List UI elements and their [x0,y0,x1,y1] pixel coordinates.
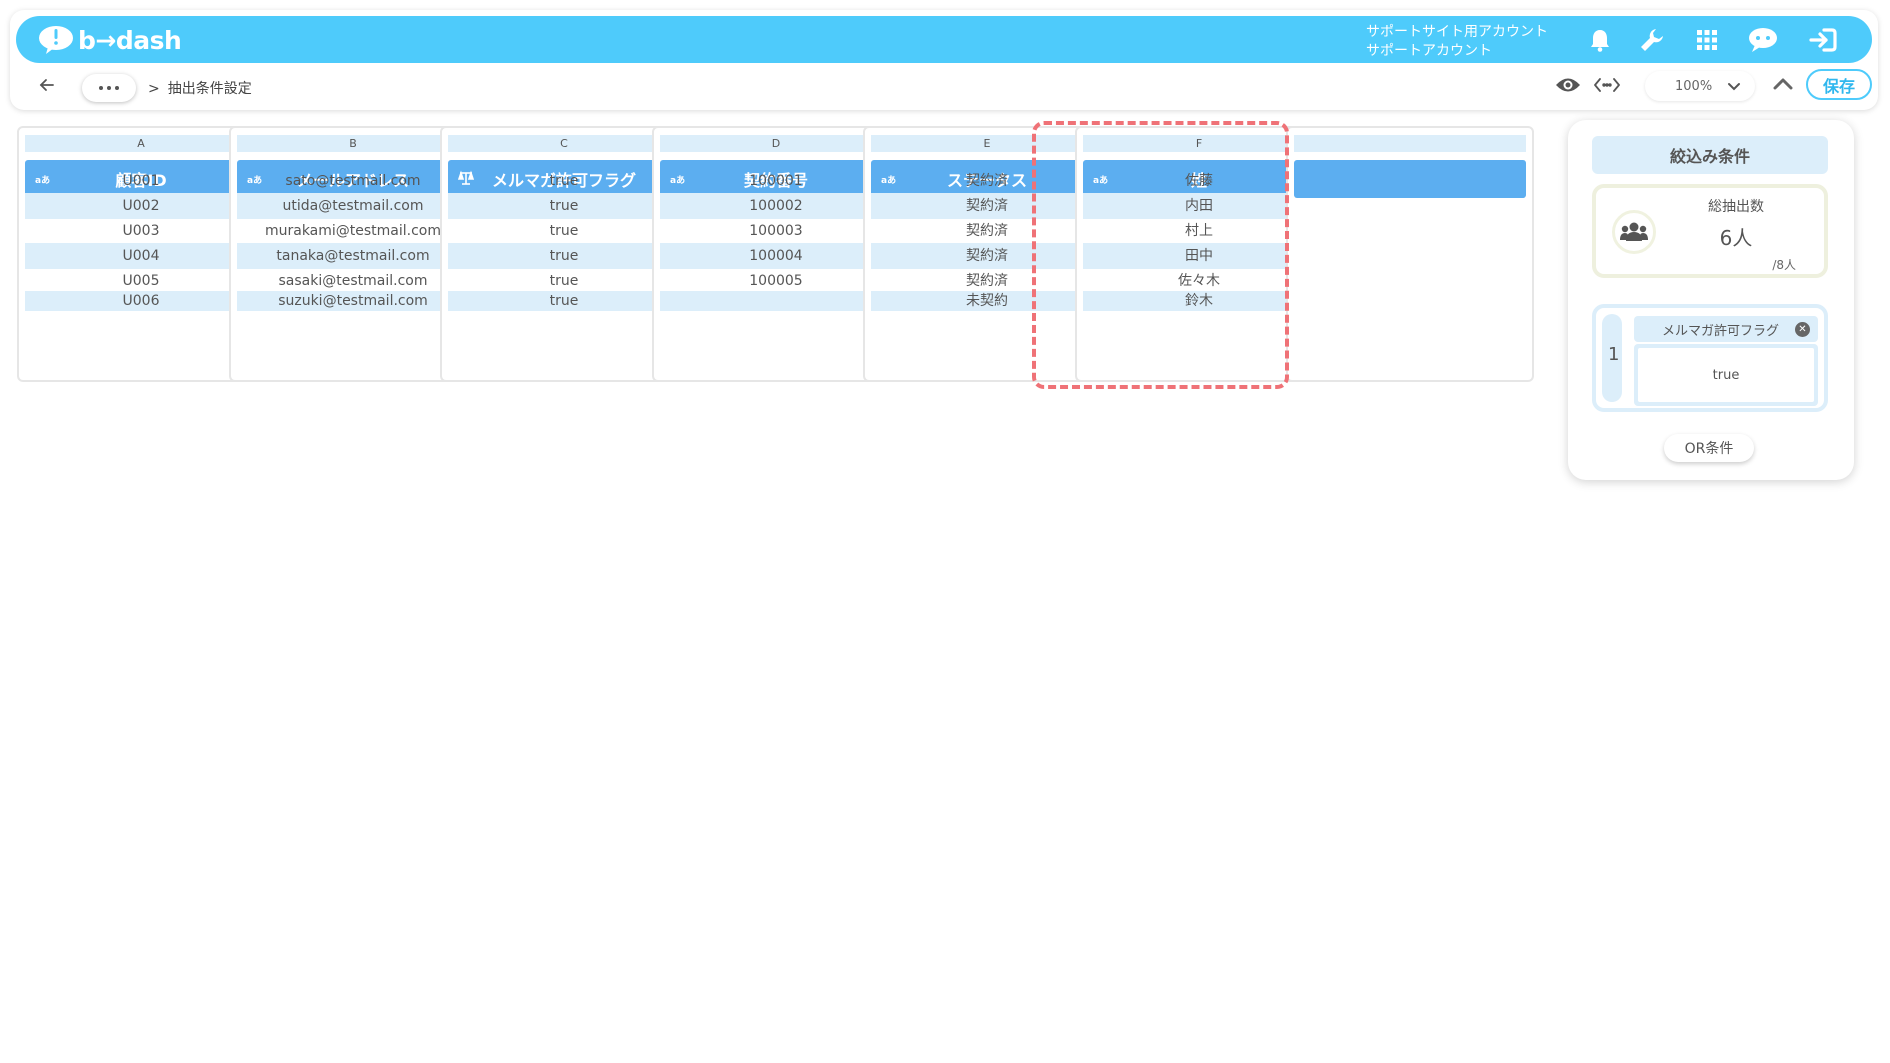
table-cell: true [448,243,680,269]
condition-field-label: メルマガ許可フラグ [1662,323,1780,339]
account-line2: サポートアカウント [1366,43,1492,59]
more-button[interactable] [82,74,136,102]
table-cell: tanaka@testmail.com [237,243,469,269]
condition-number: 1 [1608,344,1620,365]
table-cell: U006 [25,291,257,311]
chevron-down-icon [1728,83,1740,91]
account-line1: サポートサイト用アカウント [1366,24,1548,40]
logo[interactable]: b→dash [38,24,182,56]
table-cell: true [448,291,680,311]
count-label: 総抽出数 [1708,199,1764,215]
logout-icon[interactable] [1806,26,1840,54]
count-value: 6人 [1719,226,1753,250]
logo-text: b→dash [78,25,182,55]
column-letter: A [25,135,257,152]
close-icon[interactable]: ✕ [1795,322,1810,337]
chevron-up-icon[interactable] [1772,75,1794,97]
column-c[interactable]: C メルマガ許可フラグ true true true true true true [440,126,688,382]
table-cell [660,291,892,311]
bell-icon[interactable] [1586,26,1614,54]
condition-value[interactable]: true [1638,348,1814,402]
zoom-select[interactable]: 100% [1645,71,1755,101]
grid-icon[interactable] [1693,26,1721,54]
code-icon[interactable] [1594,76,1620,98]
column-letter: C [448,135,680,152]
table-cell: 100002 [660,193,892,219]
table-cell: U004 [25,243,257,269]
header-bar: b→dash サポートサイト用アカウント サポートアカウント [16,16,1872,63]
breadcrumb-current: 抽出条件設定 [167,81,252,97]
column-letter: B [237,135,469,152]
condition-value-frame: true [1634,344,1818,406]
table-cell: murakami@testmail.com [264,223,442,239]
table-cell: U002 [25,193,257,219]
breadcrumb: > 抽出条件設定 [148,78,252,98]
condition-group: 1 メルマガ許可フラグ ✕ true [1592,304,1828,412]
table-cell: true [549,223,579,239]
table-cell: true [549,173,579,189]
filter-panel: 絞込み条件 総抽出数 6人 /8人 1 メルマガ許可フラグ ✕ true OR条… [1568,120,1854,480]
sub-toolbar: > 抽出条件設定 100% 保存 [10,63,1878,110]
table-cell: 100003 [749,223,803,239]
column-partial [1286,126,1534,382]
table-cell: true [448,193,680,219]
table-cell: suzuki@testmail.com [237,291,469,311]
table-cell: utida@testmail.com [237,193,469,219]
zoom-value: 100% [1675,78,1713,94]
selected-column-highlight [1032,121,1289,389]
back-arrow-icon[interactable] [37,75,57,95]
users-icon [1612,210,1656,254]
table-cell: sato@testmail.com [285,173,421,189]
table-cell: U001 [122,173,160,189]
table-cell: 100004 [660,243,892,269]
save-button[interactable]: 保存 [1806,69,1872,100]
account-info: サポートサイト用アカウント サポートアカウント [1366,23,1548,61]
or-condition-button[interactable]: OR条件 [1664,434,1754,462]
panel-title: 絞込み条件 [1592,136,1828,174]
eye-icon[interactable] [1555,76,1581,98]
count-total: /8人 [1772,258,1796,272]
logo-bubble-icon [39,26,73,54]
table-cell: U003 [122,223,160,239]
count-box: 総抽出数 6人 /8人 [1592,184,1828,278]
top-toolbar-card: b→dash サポートサイト用アカウント サポートアカウント > 抽出条件設定 … [10,10,1878,110]
column-a[interactable]: Aaあ 顧客ID U001 U002 U003 U004 U005 U006 [17,126,265,382]
column-header [1294,160,1526,198]
column-letter [1294,135,1526,152]
column-letter: D [660,135,892,152]
chat-icon[interactable] [1746,26,1780,54]
wrench-icon[interactable] [1638,26,1666,54]
condition-field-tag[interactable]: メルマガ許可フラグ ✕ [1634,316,1818,342]
breadcrumb-separator: > [148,81,160,97]
table-cell: 100001 [749,173,803,189]
